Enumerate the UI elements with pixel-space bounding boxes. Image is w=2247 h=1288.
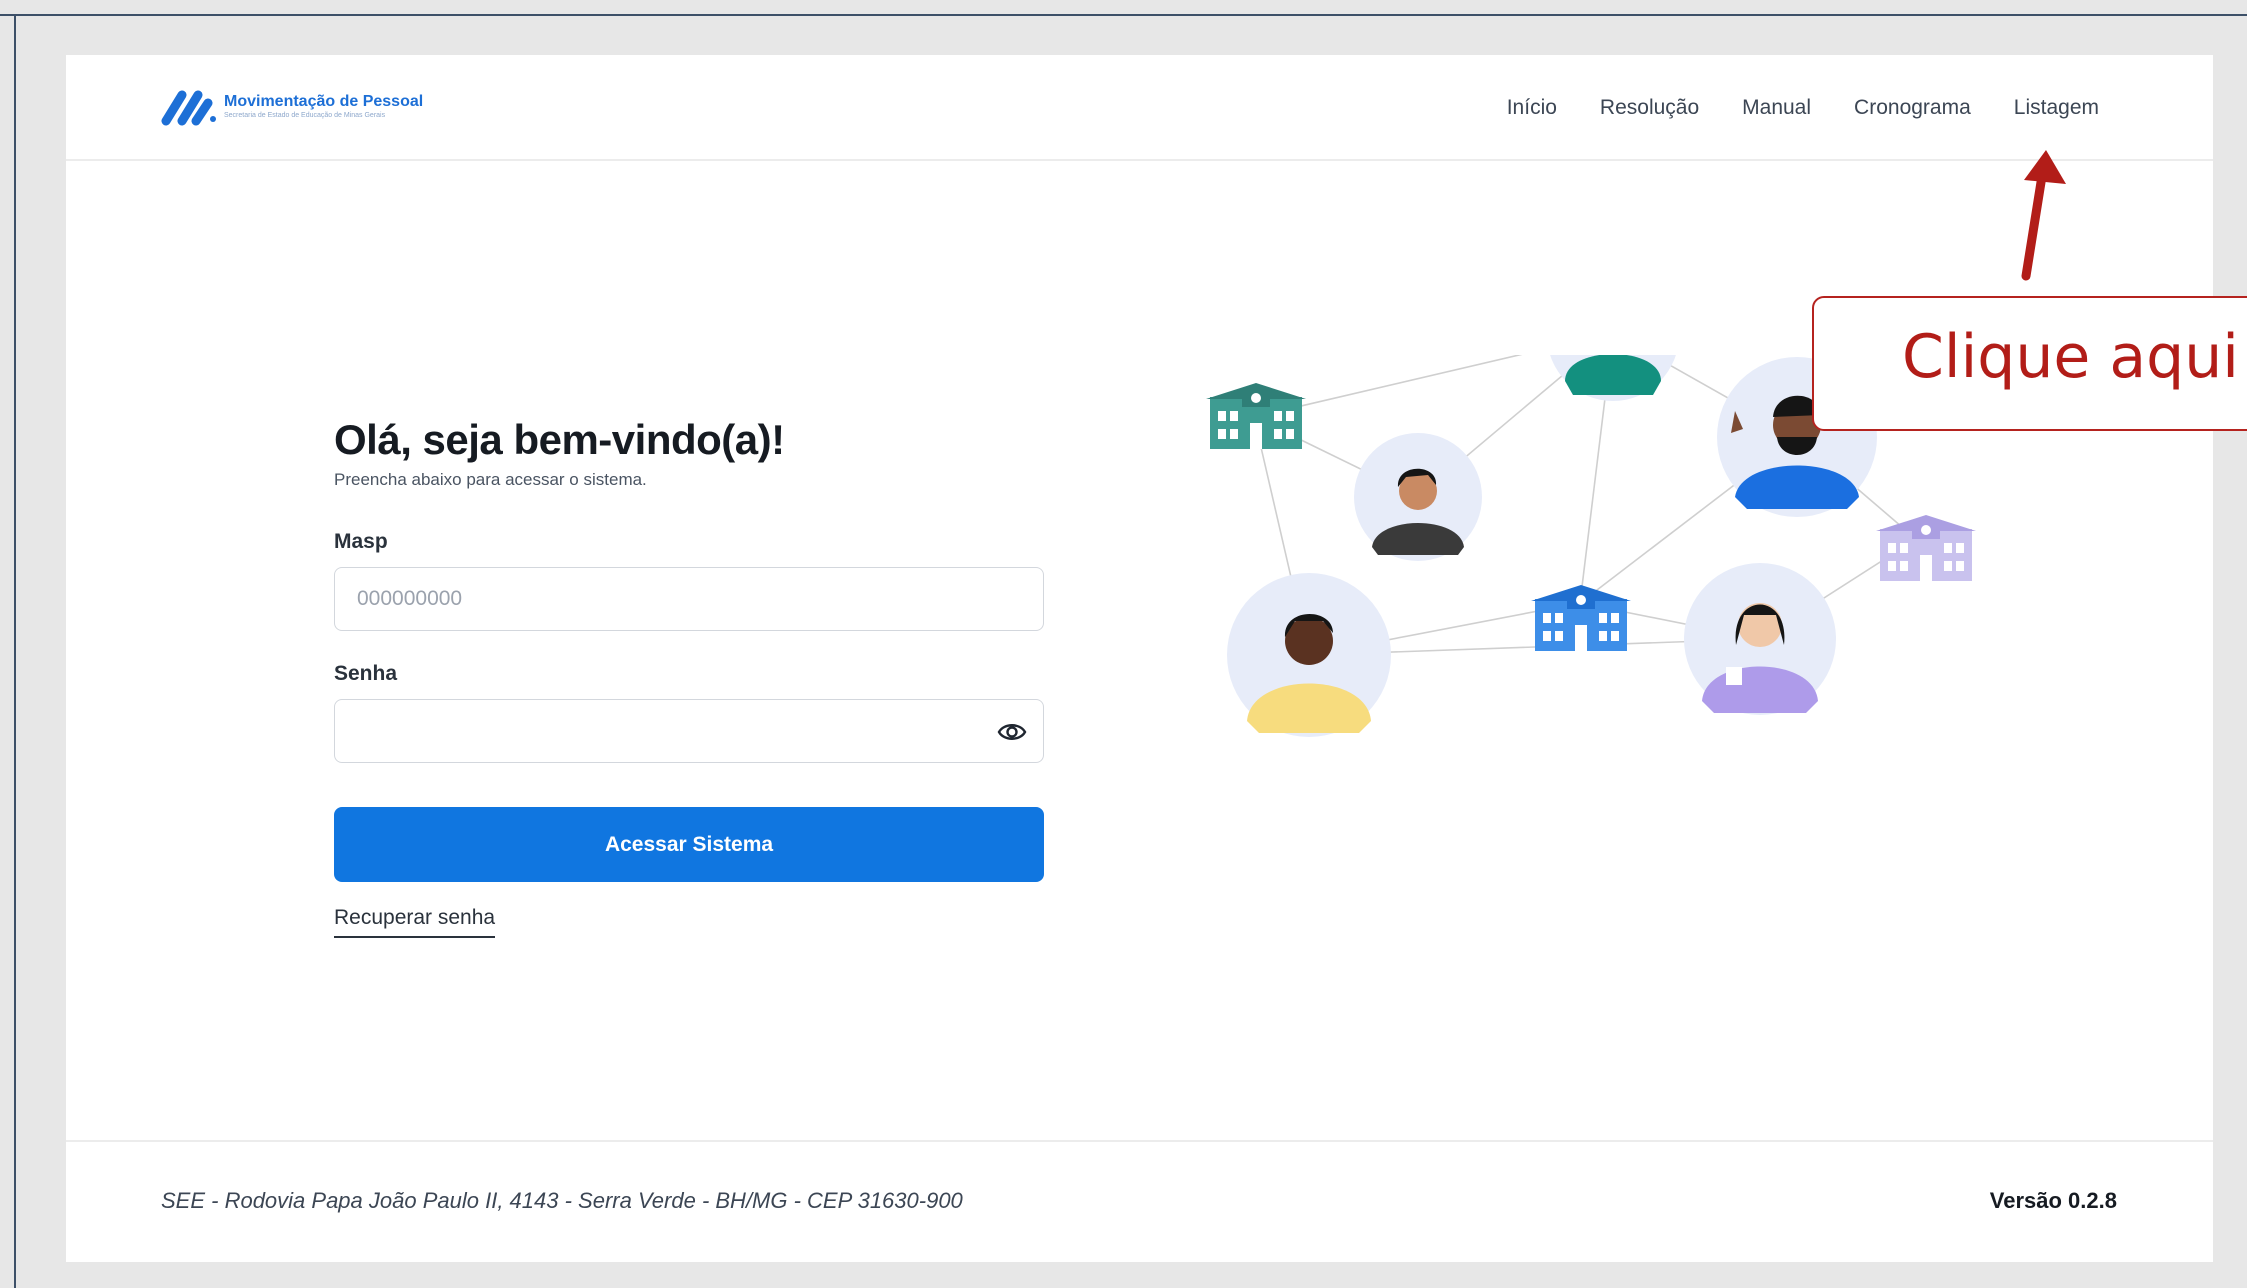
network-illustration — [1206, 355, 1976, 737]
eye-icon[interactable] — [997, 718, 1027, 746]
version-label: Versão 0.2.8 — [1989, 1188, 2117, 1213]
school-building-icon — [1206, 383, 1306, 449]
screenshot-frame-top — [0, 14, 2247, 16]
nav-link-manual[interactable]: Manual — [1742, 93, 1811, 123]
school-building-icon — [1876, 515, 1976, 581]
page-subtitle: Preencha abaixo para acessar o sistema. — [334, 470, 647, 489]
login-form: Olá, seja bem-vindo(a)! Preencha abaixo … — [334, 415, 1044, 938]
arrow-up-icon — [2021, 150, 2066, 281]
nav-link-cronograma[interactable]: Cronograma — [1854, 93, 1971, 123]
footer-address: SEE - Rodovia Papa João Paulo II, 4143 -… — [161, 1188, 963, 1213]
masp-input[interactable] — [357, 587, 1021, 611]
person-avatar-icon — [1227, 573, 1391, 737]
annotation-callout: Clique aqui — [1812, 296, 2247, 431]
nav-link-resolucao[interactable]: Resolução — [1600, 93, 1699, 123]
footer: SEE - Rodovia Papa João Paulo II, 4143 -… — [66, 1140, 2213, 1262]
brand-logo[interactable]: Movimentação de Pessoal Secretaria de Es… — [158, 85, 423, 127]
nav-link-inicio[interactable]: Início — [1507, 93, 1557, 123]
brand-mark-icon — [161, 90, 216, 126]
person-avatar-icon — [1550, 355, 1676, 401]
senha-input[interactable] — [357, 719, 1021, 743]
brand-title: Movimentação de Pessoal — [224, 92, 424, 110]
brand-subtitle: Secretaria de Estado de Educação de Mina… — [224, 111, 386, 119]
masp-label: Masp — [334, 530, 388, 553]
main-nav: Início Resolução Manual Cronograma Lista… — [1507, 93, 2099, 123]
top-navbar: Movimentação de Pessoal Secretaria de Es… — [66, 55, 2213, 161]
annotation-text: Clique aqui — [1902, 322, 2239, 392]
masp-field — [334, 567, 1044, 631]
acessar-sistema-button[interactable]: Acessar Sistema — [334, 807, 1044, 882]
senha-label: Senha — [334, 662, 398, 685]
nav-link-listagem[interactable]: Listagem — [2014, 93, 2099, 123]
screenshot-frame-left — [14, 14, 16, 1288]
page-title: Olá, seja bem-vindo(a)! — [334, 416, 785, 463]
recuperar-senha-link[interactable]: Recuperar senha — [334, 906, 496, 938]
senha-field — [334, 699, 1044, 763]
page: Movimentação de Pessoal Secretaria de Es… — [66, 55, 2213, 1262]
person-avatar-icon — [1684, 563, 1836, 715]
school-building-icon — [1531, 585, 1631, 651]
person-avatar-icon — [1354, 433, 1482, 561]
